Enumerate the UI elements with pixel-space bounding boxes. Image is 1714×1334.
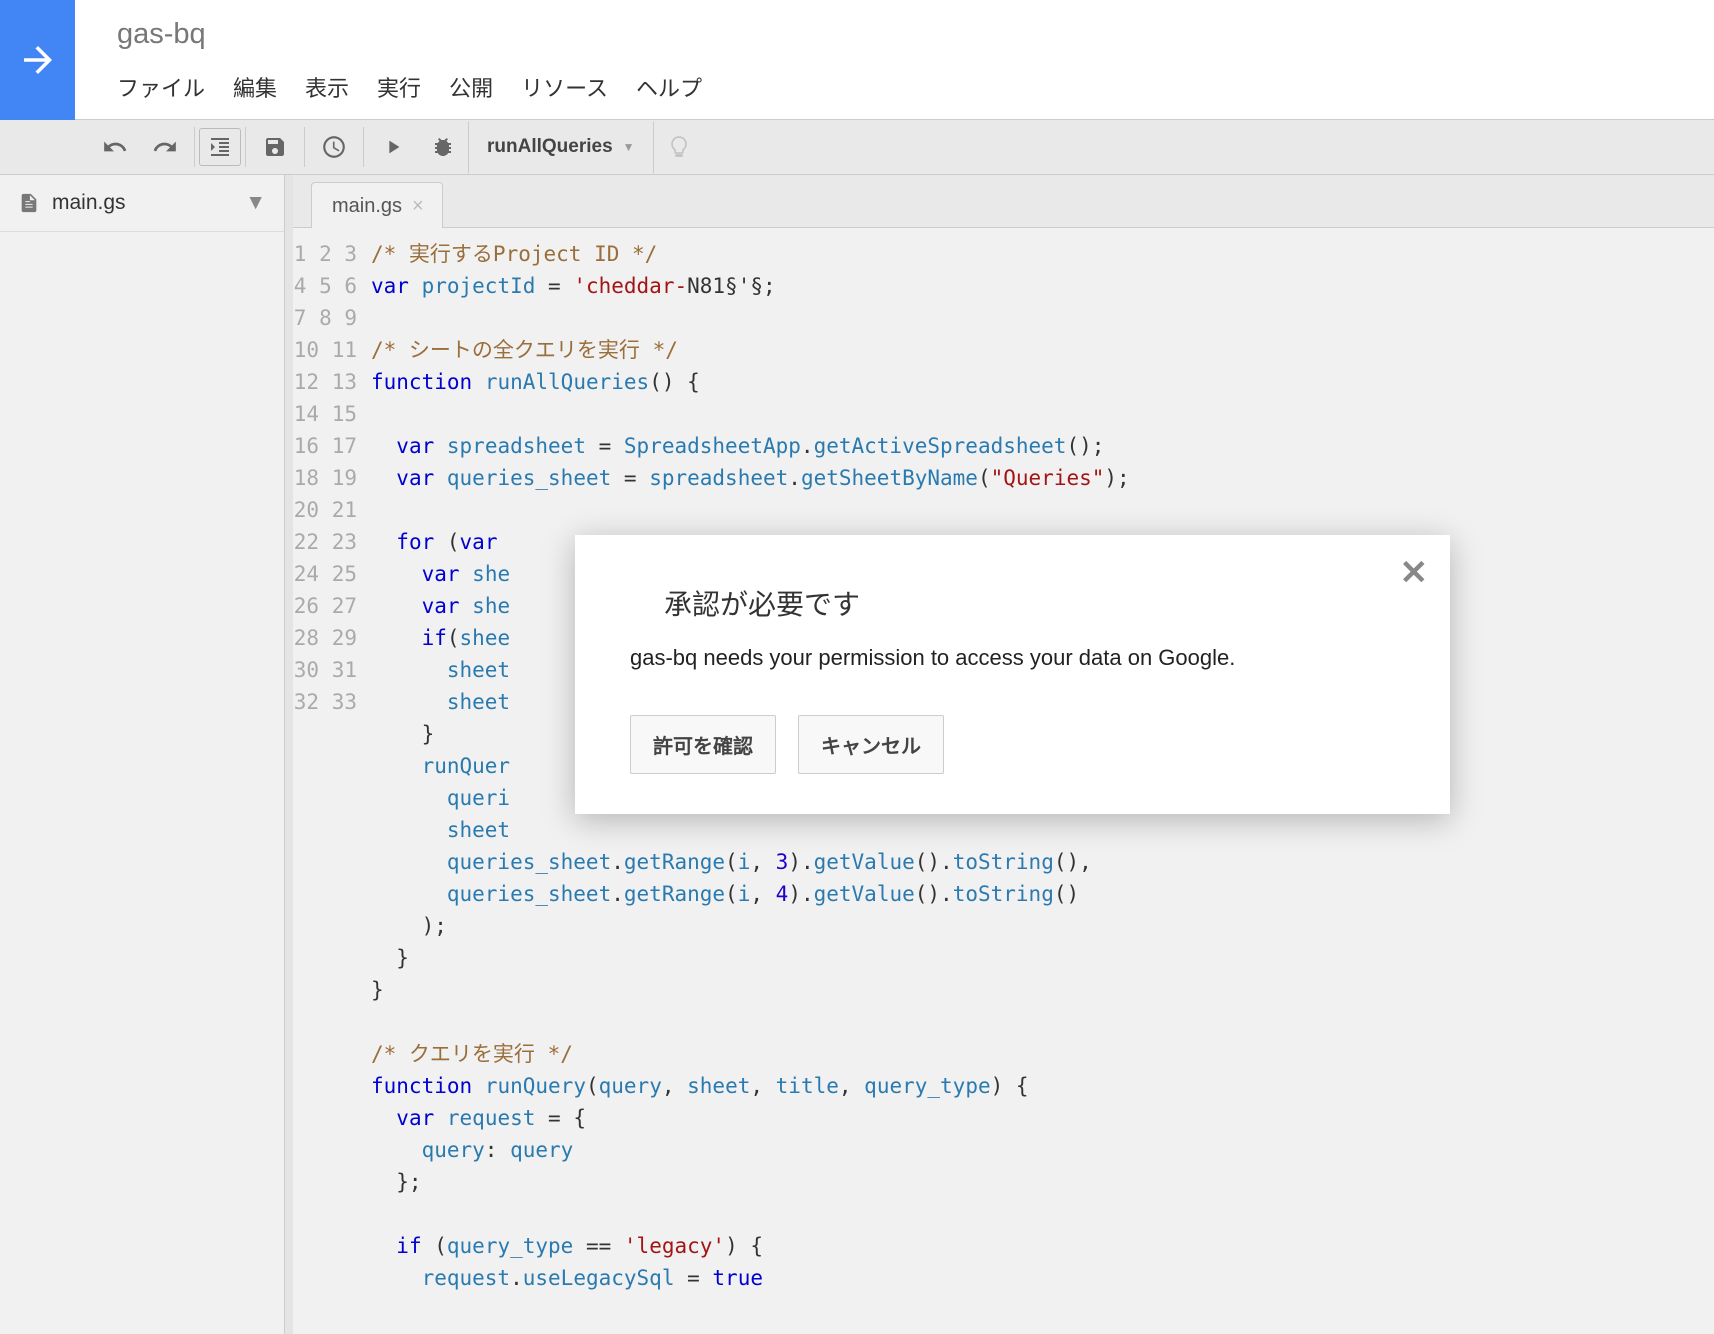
hint-button[interactable] bbox=[654, 121, 704, 174]
lightbulb-icon bbox=[667, 135, 691, 159]
modal-title: 承認が必要です bbox=[664, 583, 1395, 623]
permission-modal: ✕ 承認が必要です gas-bq needs your permission t… bbox=[575, 535, 1450, 814]
tab-label: main.gs bbox=[332, 195, 402, 218]
modal-body: gas-bq needs your permission to access y… bbox=[630, 645, 1395, 671]
close-icon[interactable]: × bbox=[412, 195, 424, 218]
file-item-label: main.gs bbox=[52, 191, 126, 215]
sidebar: main.gs ▼ bbox=[0, 175, 285, 1334]
arrow-right-icon bbox=[17, 39, 59, 81]
file-item[interactable]: main.gs ▼ bbox=[0, 175, 284, 232]
tab[interactable]: main.gs × bbox=[311, 182, 443, 228]
menu-resources[interactable]: リソース bbox=[521, 71, 608, 103]
save-button[interactable] bbox=[250, 121, 300, 174]
modal-close-button[interactable]: ✕ bbox=[1400, 553, 1429, 593]
menu-file[interactable]: ファイル bbox=[117, 71, 205, 103]
clock-icon bbox=[321, 134, 347, 160]
toolbar: runAllQueries ▼ bbox=[0, 120, 1714, 175]
toolbar-divider bbox=[363, 127, 364, 167]
play-icon bbox=[382, 136, 404, 158]
header: gas-bq ファイル 編集 表示 実行 公開 リソース ヘルプ bbox=[0, 0, 1714, 120]
back-arrow-button[interactable] bbox=[0, 0, 75, 120]
indent-icon bbox=[208, 135, 232, 159]
function-selector[interactable]: runAllQueries ▼ bbox=[468, 121, 654, 174]
caret-down-icon: ▼ bbox=[623, 140, 635, 154]
indent-button[interactable] bbox=[199, 128, 241, 166]
project-meta: gas-bq ファイル 編集 表示 実行 公開 リソース ヘルプ bbox=[75, 0, 702, 119]
save-icon bbox=[263, 135, 287, 159]
undo-button[interactable] bbox=[90, 121, 140, 174]
redo-icon bbox=[152, 134, 178, 160]
redo-button[interactable] bbox=[140, 121, 190, 174]
bug-icon bbox=[431, 135, 455, 159]
function-selector-label: runAllQueries bbox=[487, 136, 613, 158]
history-button[interactable] bbox=[309, 121, 359, 174]
menu-view[interactable]: 表示 bbox=[305, 71, 349, 103]
menu-publish[interactable]: 公開 bbox=[449, 71, 493, 103]
menu-bar: ファイル 編集 表示 実行 公開 リソース ヘルプ bbox=[117, 71, 702, 103]
undo-icon bbox=[102, 134, 128, 160]
cancel-button[interactable]: キャンセル bbox=[798, 715, 944, 774]
menu-edit[interactable]: 編集 bbox=[233, 71, 277, 103]
toolbar-divider bbox=[245, 127, 246, 167]
file-icon bbox=[18, 192, 40, 214]
tab-bar: main.gs × bbox=[293, 175, 1714, 228]
toolbar-divider bbox=[304, 127, 305, 167]
menu-run[interactable]: 実行 bbox=[377, 71, 421, 103]
caret-down-icon: ▼ bbox=[245, 191, 266, 215]
menu-help[interactable]: ヘルプ bbox=[636, 71, 702, 103]
line-gutter: 1 2 3 4 5 6 7 8 9 10 11 12 13 14 15 16 1… bbox=[293, 238, 371, 1334]
debug-button[interactable] bbox=[418, 121, 468, 174]
project-title[interactable]: gas-bq bbox=[117, 18, 702, 51]
toolbar-divider bbox=[194, 127, 195, 167]
confirm-button[interactable]: 許可を確認 bbox=[630, 715, 776, 774]
run-button[interactable] bbox=[368, 121, 418, 174]
modal-actions: 許可を確認 キャンセル bbox=[630, 715, 1395, 774]
